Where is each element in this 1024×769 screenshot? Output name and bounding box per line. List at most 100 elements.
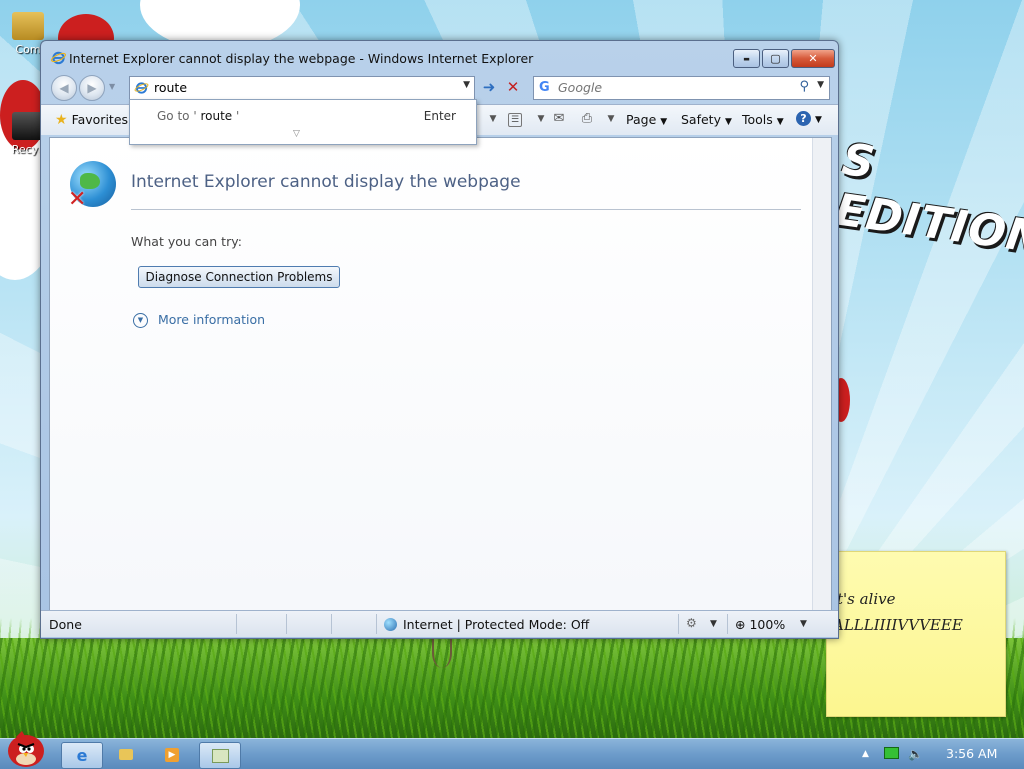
wallpaper-slingshot bbox=[432, 638, 452, 668]
google-icon: G bbox=[539, 80, 550, 95]
address-bar[interactable]: ▼ bbox=[129, 76, 475, 100]
zoom-control[interactable]: ⊕ 100% bbox=[735, 617, 785, 632]
diagnose-connection-problems-button[interactable]: Diagnose Connection Problems bbox=[138, 266, 340, 288]
search-options-dropdown-icon[interactable]: ▼ bbox=[817, 80, 824, 90]
status-text: Done bbox=[49, 617, 82, 632]
taskbar-internet-explorer[interactable]: e bbox=[61, 742, 103, 769]
show-hidden-icons-icon[interactable]: ▲ bbox=[862, 749, 869, 759]
go-to-term: route bbox=[200, 109, 233, 123]
minimize-icon: ▬ bbox=[743, 54, 750, 63]
stop-button[interactable]: ✕ bbox=[503, 77, 523, 97]
error-page: ✕ Internet Explorer cannot display the w… bbox=[50, 138, 812, 610]
security-zone-label: Internet | Protected Mode: Off bbox=[403, 617, 590, 632]
sticky-note[interactable]: t's alive ALLLIIIIVVVEEE bbox=[826, 551, 1006, 717]
tools-menu-label: Tools bbox=[742, 112, 773, 127]
stop-x-icon: ✕ bbox=[506, 78, 520, 96]
status-divider bbox=[236, 614, 237, 634]
print-dropdown-icon[interactable]: ▼ bbox=[603, 114, 619, 130]
back-arrow-icon: ◀ bbox=[59, 81, 69, 95]
feeds-icon[interactable]: ☰ bbox=[508, 113, 522, 127]
start-button-bird-icon[interactable] bbox=[2, 729, 48, 769]
window-title: Internet Explorer cannot display the web… bbox=[69, 51, 534, 66]
read-mail-icon[interactable]: ✉ bbox=[551, 111, 567, 127]
tools-menu-button[interactable]: Tools ▼ bbox=[742, 112, 784, 127]
taskbar-clock[interactable]: 3:56 AM bbox=[946, 746, 997, 761]
taskbar-folder[interactable] bbox=[106, 742, 146, 767]
zoom-level: 100% bbox=[749, 617, 786, 632]
internet-zone-icon bbox=[384, 618, 397, 631]
favorites-label: Favorites bbox=[71, 112, 129, 127]
close-button[interactable]: ✕ bbox=[791, 49, 835, 68]
print-icon[interactable]: ⎙ bbox=[579, 111, 595, 127]
switch-windows-icon bbox=[211, 748, 229, 763]
close-icon: ✕ bbox=[808, 52, 818, 65]
folder-icon bbox=[119, 749, 133, 760]
chevron-down-icon: ▼ bbox=[814, 115, 822, 125]
minimize-button[interactable]: ▬ bbox=[733, 49, 760, 68]
search-box[interactable]: G ⚲ ▼ bbox=[533, 76, 830, 100]
media-player-icon: ▶ bbox=[165, 747, 179, 762]
back-button[interactable]: ◀ bbox=[51, 75, 77, 101]
go-to-prefix: Go to ' bbox=[157, 109, 197, 123]
address-autocomplete-dropdown: Go to ' route ' Enter ▽ bbox=[129, 99, 477, 145]
chevron-down-icon: ▼ bbox=[660, 117, 668, 127]
feeds-dropdown-icon[interactable]: ▼ bbox=[533, 114, 549, 130]
favorites-star-icon: ★ bbox=[55, 112, 68, 128]
expand-chevron-icon: ▼ bbox=[133, 313, 148, 328]
autocomplete-go-to-item[interactable]: Go to ' route ' bbox=[157, 109, 239, 123]
sticky-note-line: ALLLIIIIVVVEEE bbox=[833, 616, 963, 634]
status-divider bbox=[727, 614, 728, 634]
go-arrow-icon: ➜ bbox=[482, 78, 496, 96]
forward-button[interactable]: ▶ bbox=[79, 75, 105, 101]
status-divider bbox=[376, 614, 377, 634]
network-icon[interactable] bbox=[884, 747, 899, 762]
desktop-icon-label: Com bbox=[15, 43, 41, 56]
volume-muted-icon[interactable]: 🔈 bbox=[908, 747, 923, 761]
security-zone[interactable]: Internet | Protected Mode: Off bbox=[384, 617, 589, 632]
computer-icon bbox=[12, 12, 44, 40]
go-button[interactable]: ➜ bbox=[479, 77, 499, 97]
page-content: ✕ Internet Explorer cannot display the w… bbox=[49, 137, 832, 611]
recent-pages-dropdown-icon[interactable]: ▼ bbox=[109, 82, 115, 91]
chevron-down-icon: ▼ bbox=[776, 117, 784, 127]
safety-menu-label: Safety bbox=[681, 112, 721, 127]
address-input[interactable] bbox=[154, 79, 444, 95]
what-you-can-try-label: What you can try: bbox=[131, 234, 242, 249]
taskbar-media-player[interactable]: ▶ bbox=[152, 742, 192, 767]
forward-arrow-icon: ▶ bbox=[87, 81, 97, 95]
search-input[interactable] bbox=[558, 79, 788, 95]
taskbar-switch-windows[interactable] bbox=[199, 742, 241, 769]
more-information-link[interactable]: ▼ More information bbox=[133, 312, 265, 328]
chevron-down-icon: ▼ bbox=[724, 117, 732, 127]
more-information-label: More information bbox=[158, 312, 266, 327]
page-menu-label: Page bbox=[626, 112, 657, 127]
go-to-suffix: ' bbox=[236, 109, 240, 123]
search-icon[interactable]: ⚲ bbox=[799, 79, 809, 94]
error-title: Internet Explorer cannot display the web… bbox=[131, 172, 521, 192]
status-bar: Done Internet | Protected Mode: Off ⚙ ▼ … bbox=[41, 610, 838, 637]
sticky-note-line: t's alive bbox=[837, 590, 896, 608]
favorites-button[interactable]: ★ Favorites bbox=[55, 112, 128, 128]
enter-hint: Enter bbox=[423, 109, 456, 123]
zoom-dropdown-icon[interactable]: ▼ bbox=[800, 619, 807, 629]
popup-blocker-icon[interactable]: ⚙ bbox=[686, 616, 697, 630]
expand-autocomplete-icon[interactable]: ▽ bbox=[293, 129, 300, 139]
status-divider bbox=[331, 614, 332, 634]
help-menu-button[interactable]: ? ▼ bbox=[796, 110, 822, 126]
safety-menu-button[interactable]: Safety ▼ bbox=[681, 112, 732, 127]
maximize-icon: ▢ bbox=[770, 52, 781, 65]
page-ie-icon bbox=[134, 82, 149, 94]
help-icon: ? bbox=[796, 111, 811, 126]
vertical-scrollbar[interactable] bbox=[812, 138, 831, 610]
internet-explorer-icon bbox=[51, 51, 66, 65]
status-divider bbox=[286, 614, 287, 634]
error-globe-icon: ✕ bbox=[68, 161, 116, 212]
maximize-button[interactable]: ▢ bbox=[762, 49, 789, 68]
popup-blocker-dropdown-icon[interactable]: ▼ bbox=[710, 619, 717, 629]
taskbar: e ▶ ▲ 🔈 3:56 AM bbox=[0, 738, 1024, 769]
page-menu-button[interactable]: Page ▼ bbox=[626, 112, 667, 127]
title-bar[interactable]: Internet Explorer cannot display the web… bbox=[41, 41, 838, 73]
address-dropdown-icon[interactable]: ▼ bbox=[463, 80, 470, 90]
zoom-icon: ⊕ bbox=[735, 617, 746, 632]
add-tab-dropdown-icon[interactable]: ▼ bbox=[485, 114, 501, 130]
